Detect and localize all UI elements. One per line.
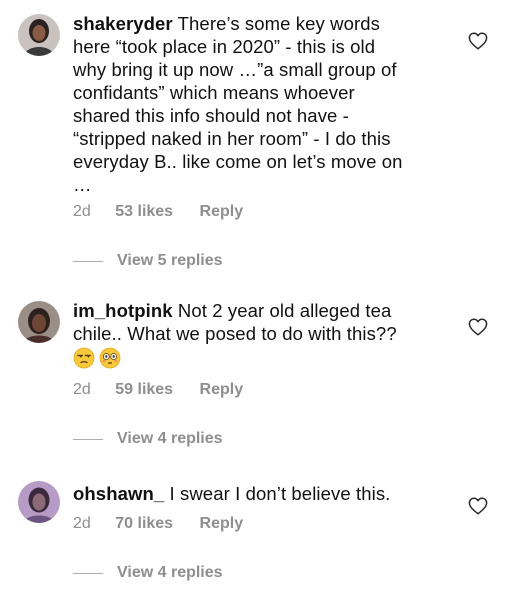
comment-text: ohshawn_ I swear I don’t believe this. — [73, 482, 451, 505]
likes-count[interactable]: 53 likes — [115, 203, 173, 221]
divider-line — [73, 438, 103, 440]
likes-count[interactable]: 70 likes — [115, 515, 173, 533]
comment-username[interactable]: shakeryder — [73, 13, 173, 34]
comment-line: confidants” which means whoever — [73, 82, 355, 103]
view-replies-label: View 5 replies — [117, 252, 223, 269]
comment-line: why bring it up now …”a small group of — [73, 59, 397, 80]
comment-line: There’s some key words — [177, 13, 380, 34]
reply-button[interactable]: Reply — [200, 381, 244, 399]
comment-line: … — [73, 174, 92, 195]
heart-outline-icon[interactable] — [468, 318, 488, 336]
view-replies-label: View 4 replies — [117, 564, 223, 581]
reply-button[interactable]: Reply — [200, 203, 244, 221]
reply-button[interactable]: Reply — [200, 515, 244, 533]
comment-line: everyday B.. like come on let’s move on — [73, 151, 403, 172]
comment-time: 2d — [73, 203, 91, 220]
avatar[interactable] — [18, 14, 60, 56]
divider-line — [73, 572, 103, 574]
flushed-face-icon — [99, 347, 121, 369]
heart-outline-icon[interactable] — [468, 32, 488, 50]
comment-line: “stripped naked in her room” - I do this — [73, 128, 391, 149]
comment-meta: 2d 70 likes Reply — [73, 515, 243, 533]
comment-text: im_hotpink Not 2 year old alleged tea ch… — [73, 299, 451, 369]
comment-line: chile.. What we posed to do with this?? — [73, 323, 397, 344]
view-replies-button[interactable]: View 4 replies — [73, 564, 223, 582]
comment-line: I swear I don’t believe this. — [169, 483, 391, 504]
view-replies-button[interactable]: View 5 replies — [73, 252, 223, 270]
unamused-face-icon — [73, 347, 95, 369]
avatar[interactable] — [18, 481, 60, 523]
comment-text: shakeryder There’s some key words here “… — [73, 12, 451, 196]
comment-meta: 2d 59 likes Reply — [73, 381, 243, 399]
comment-username[interactable]: ohshawn_ — [73, 483, 164, 504]
comment-line: shared this info should not have - — [73, 105, 349, 126]
comment-line: here “took place in 2020” - this is old — [73, 36, 376, 57]
likes-count[interactable]: 59 likes — [115, 381, 173, 399]
comment-meta: 2d 53 likes Reply — [73, 203, 243, 221]
comment-time: 2d — [73, 381, 91, 398]
divider-line — [73, 260, 103, 262]
view-replies-button[interactable]: View 4 replies — [73, 430, 223, 448]
heart-outline-icon[interactable] — [468, 497, 488, 515]
comment-username[interactable]: im_hotpink — [73, 300, 173, 321]
view-replies-label: View 4 replies — [117, 430, 223, 447]
comment-line: Not 2 year old alleged tea — [177, 300, 392, 321]
avatar[interactable] — [18, 301, 60, 343]
comment-time: 2d — [73, 515, 91, 532]
